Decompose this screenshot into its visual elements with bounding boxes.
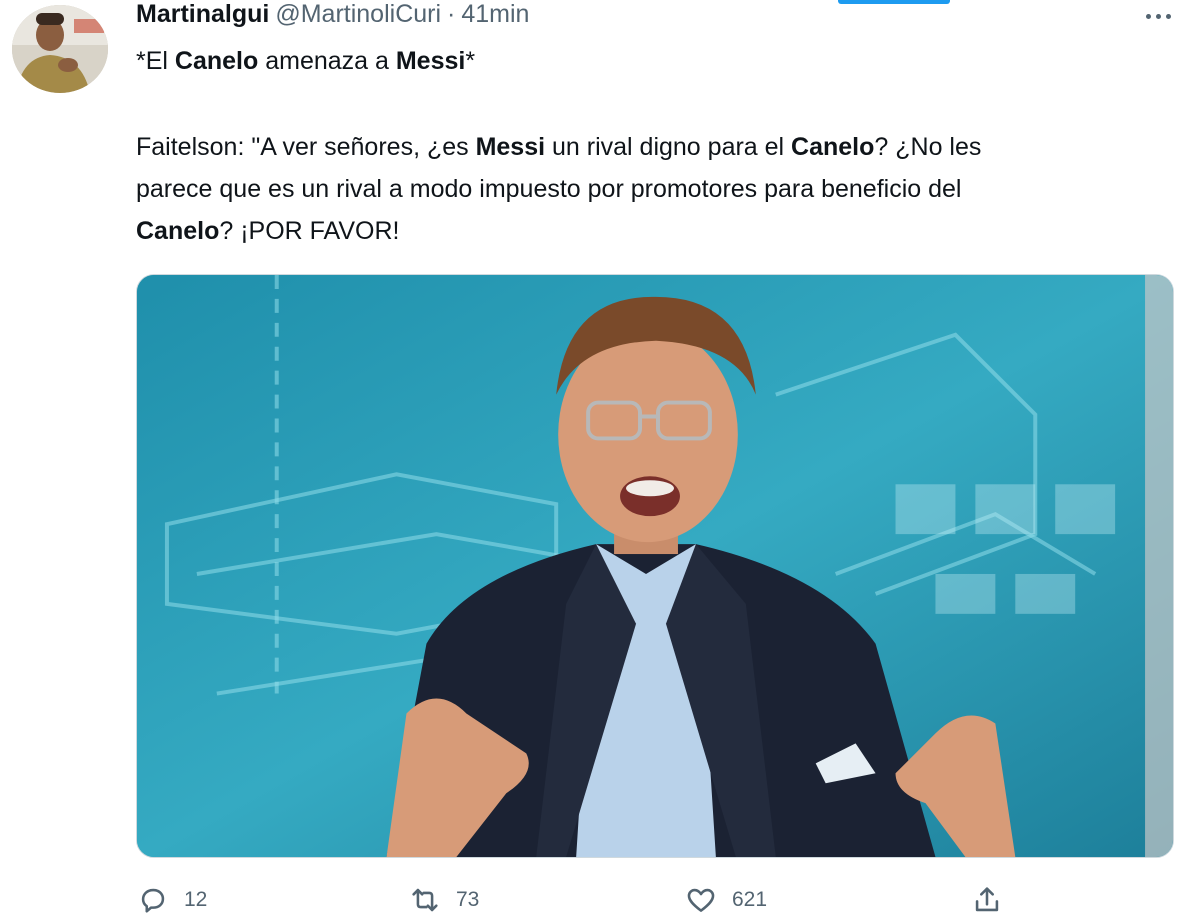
heart-icon bbox=[687, 888, 715, 912]
body-bold-canelo: Canelo bbox=[791, 133, 875, 161]
like-button[interactable]: 621 bbox=[684, 882, 767, 918]
reply-icon bbox=[141, 888, 165, 913]
reply-button[interactable]: 12 bbox=[136, 882, 207, 918]
avatar[interactable] bbox=[12, 5, 108, 93]
tweet-media-photo[interactable] bbox=[136, 274, 1174, 858]
more-icon[interactable] bbox=[1138, 6, 1178, 26]
headline-bold-canelo: Canelo bbox=[174, 47, 259, 75]
share-button[interactable] bbox=[970, 882, 1004, 918]
body-line-3: Canelo? ¡POR FAVOR! bbox=[136, 210, 1176, 252]
body-text: un rival digno para el bbox=[545, 133, 792, 161]
separator-dot: · bbox=[447, 0, 456, 28]
body-text: Faitelson: "A ver señores, ¿es bbox=[136, 133, 476, 161]
display-name[interactable]: Martinalgui bbox=[136, 0, 269, 29]
retweet-button[interactable]: 73 bbox=[408, 882, 479, 918]
body-line-1: Faitelson: "A ver señores, ¿es Messi un … bbox=[136, 126, 1176, 168]
headline-text: *El bbox=[136, 47, 175, 75]
like-count: 621 bbox=[732, 888, 768, 911]
body-bold-messi: Messi bbox=[475, 133, 546, 161]
body-text: ? ¡POR FAVOR! bbox=[219, 217, 400, 245]
tweet-header: Martinalgui @MartinoliCuri · 41min bbox=[136, 0, 529, 34]
tweet-body: Faitelson: "A ver señores, ¿es Messi un … bbox=[136, 126, 1176, 252]
headline-text: amenaza a bbox=[258, 47, 396, 75]
body-text: ? ¿No les bbox=[874, 133, 982, 161]
headline-bold-messi: Messi bbox=[395, 47, 466, 75]
retweet-icon bbox=[412, 888, 438, 912]
body-line-2: parece que es un rival a modo impuesto p… bbox=[136, 175, 962, 203]
tweet-card[interactable]: Martinalgui @MartinoliCuri · 41min *El C… bbox=[0, 0, 1191, 918]
share-icon bbox=[975, 887, 999, 912]
tweet-actions: 12 73 621 bbox=[136, 882, 1176, 918]
timestamp[interactable]: 41min bbox=[461, 0, 529, 29]
reply-count: 12 bbox=[184, 888, 208, 911]
tweet-headline: *El Canelo amenaza a Messi* bbox=[136, 44, 475, 78]
retweet-count: 73 bbox=[456, 888, 480, 911]
headline-text: * bbox=[465, 47, 476, 75]
top-accent-bar bbox=[838, 0, 950, 4]
body-bold-canelo: Canelo bbox=[136, 217, 220, 245]
user-handle[interactable]: @MartinoliCuri bbox=[275, 0, 441, 29]
